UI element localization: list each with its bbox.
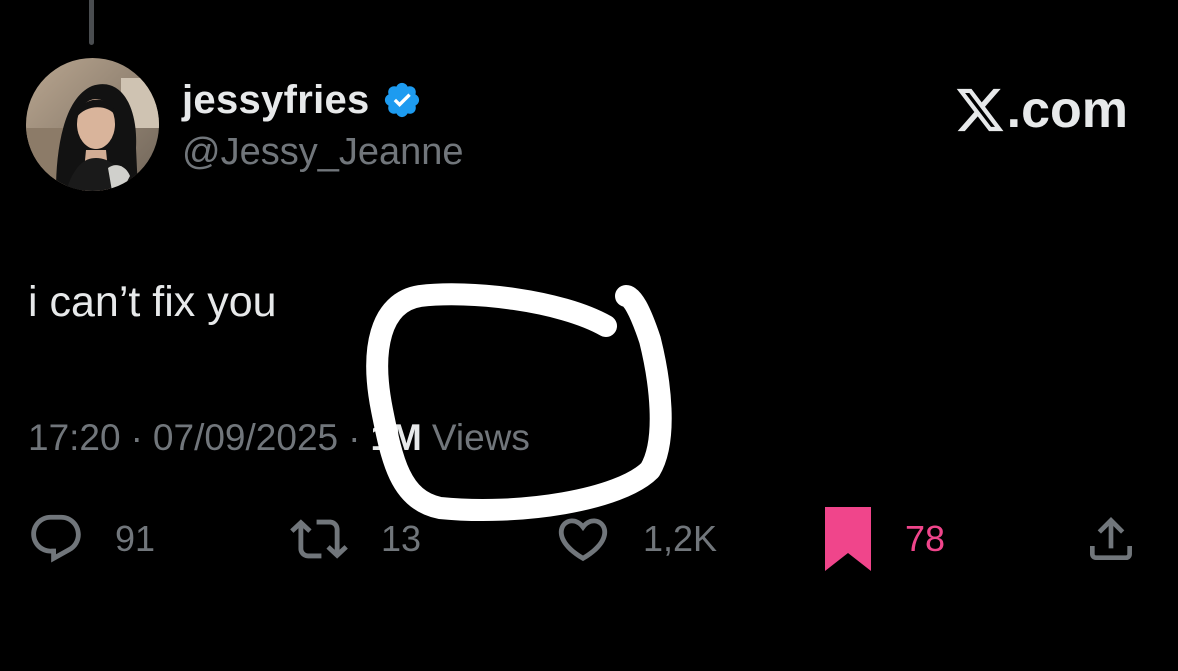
tweet-screenshot: jessyfries @Jessy_Jeanne .com i can’t fi… [0,0,1178,671]
author-display-name[interactable]: jessyfries [182,74,370,126]
verified-badge-icon [382,80,422,120]
bookmark-icon [825,507,871,571]
views-label[interactable]: Views [432,414,530,462]
repost-button[interactable]: 13 [287,504,421,574]
like-count: 1,2K [643,518,718,559]
author-handle[interactable]: @Jessy_Jeanne [182,128,464,176]
like-button[interactable]: 1,2K [553,504,717,574]
share-icon [1090,517,1132,560]
tweet-text: i can’t fix you [28,278,277,326]
repost-count: 13 [381,518,422,559]
tweet-date[interactable]: 07/09/2025 [153,414,338,462]
brand-domain: .com [1006,81,1128,139]
bookmark-button[interactable]: 78 [825,504,945,574]
brand-watermark: .com [954,80,1128,140]
share-button[interactable] [1083,504,1139,574]
meta-separator: · [348,417,361,458]
tweet-action-bar: 91 13 1,2K 78 [0,504,1178,574]
avatar[interactable] [26,58,159,191]
tweet-metadata: 17:20 · 07/09/2025 · 1M Views [28,414,530,462]
meta-separator: · [130,417,143,458]
reply-icon [31,514,81,563]
avatar-image [26,58,159,191]
reply-button[interactable]: 91 [27,504,155,574]
tweet-time[interactable]: 17:20 [28,414,121,462]
author-name-row[interactable]: jessyfries [182,74,422,126]
repost-icon [290,519,348,559]
bookmark-count: 78 [905,518,946,559]
heart-icon [558,518,608,562]
views-count: 1M [370,417,422,458]
thread-connector-line [89,0,94,45]
reply-count: 91 [115,518,156,559]
x-logo-icon [954,84,1006,136]
